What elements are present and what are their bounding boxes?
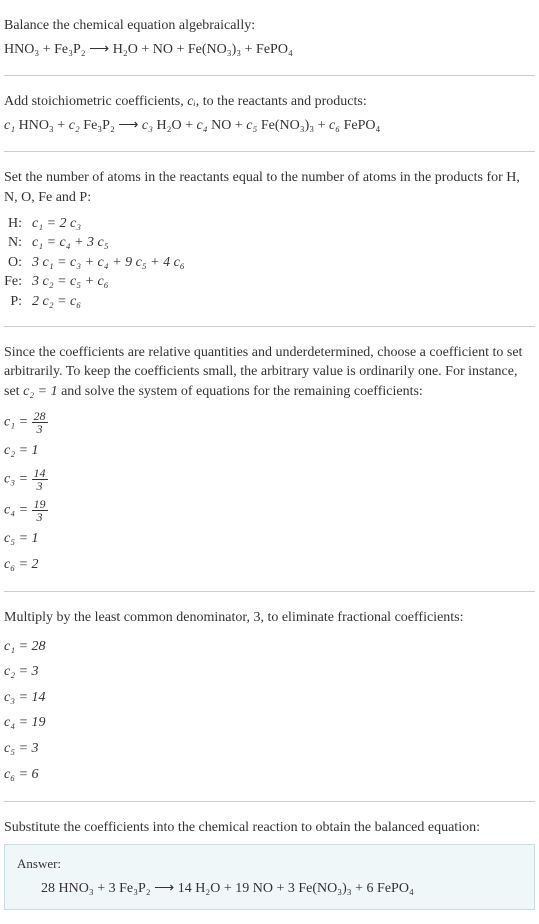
coef-c1: c₁ bbox=[4, 118, 15, 133]
step4-text: Multiply by the least common denominator… bbox=[4, 606, 535, 630]
coef-item: c₁ = 28 bbox=[4, 634, 535, 660]
answer-box: Answer: 28 HNO₃ + 3 Fe₃P₂ ⟶ 14 H₂O + 19 … bbox=[4, 844, 535, 910]
coef-c4: c₄ bbox=[197, 118, 208, 133]
coef-item: c₃ = 143 bbox=[4, 464, 535, 495]
divider bbox=[4, 75, 535, 76]
fraction: 143 bbox=[32, 467, 48, 492]
step3-text-b: and solve the system of equations for th… bbox=[58, 384, 423, 399]
coef-item: c₃ = 14 bbox=[4, 685, 535, 711]
step1-ci: cᵢ bbox=[187, 94, 195, 109]
fraction: 283 bbox=[32, 410, 48, 435]
atom-row: N: c₁ = c₄ + 3 c₅ bbox=[4, 233, 185, 253]
step5-text: Substitute the coefficients into the che… bbox=[4, 816, 535, 840]
atom-equation: c₁ = c₄ + 3 c₅ bbox=[32, 233, 185, 253]
atom-equations-table: H: c₁ = 2 c₃ N: c₁ = c₄ + 3 c₅ O: 3 c₁ =… bbox=[4, 214, 185, 312]
coef-item: c₆ = 2 bbox=[4, 552, 535, 578]
eq-part: HNO₃ + bbox=[15, 118, 69, 133]
step4-section: Multiply by the least common denominator… bbox=[4, 600, 535, 793]
coef-list: c₁ = 283 c₂ = 1 c₃ = 143 c₄ = 193 c₅ = 1… bbox=[4, 407, 535, 577]
coef-c2: c₂ bbox=[69, 118, 80, 133]
coef-item: c₄ = 19 bbox=[4, 710, 535, 736]
frac-num: 14 bbox=[32, 467, 48, 480]
intro-section: Balance the chemical equation algebraica… bbox=[4, 8, 535, 67]
step3-text: Since the coefficients are relative quan… bbox=[4, 341, 535, 404]
frac-den: 3 bbox=[32, 480, 48, 492]
divider bbox=[4, 591, 535, 592]
coef-item: c₆ = 6 bbox=[4, 762, 535, 788]
frac-num: 19 bbox=[32, 498, 48, 511]
divider bbox=[4, 151, 535, 152]
step2-section: Set the number of atoms in the reactants… bbox=[4, 160, 535, 317]
atom-row: P: 2 c₂ = c₆ bbox=[4, 292, 185, 312]
step1-text: Add stoichiometric coefficients, cᵢ, to … bbox=[4, 90, 535, 114]
coef-item: c₂ = 3 bbox=[4, 659, 535, 685]
answer-label: Answer: bbox=[17, 855, 522, 873]
atom-label: P: bbox=[4, 292, 32, 312]
intro-text: Balance the chemical equation algebraica… bbox=[4, 14, 535, 38]
atom-equation: 3 c₂ = c₅ + c₆ bbox=[32, 272, 185, 292]
coef-c3: c₃ bbox=[142, 118, 153, 133]
frac-den: 3 bbox=[32, 423, 48, 435]
step2-text: Set the number of atoms in the reactants… bbox=[4, 166, 535, 209]
step1-section: Add stoichiometric coefficients, cᵢ, to … bbox=[4, 84, 535, 143]
atom-row: H: c₁ = 2 c₃ bbox=[4, 214, 185, 234]
eq-part: Fe(NO₃)₃ + bbox=[257, 118, 329, 133]
answer-equation: 28 HNO₃ + 3 Fe₃P₂ ⟶ 14 H₂O + 19 NO + 3 F… bbox=[17, 879, 522, 899]
eq-part: NO + bbox=[208, 118, 247, 133]
coef-c5: c₅ bbox=[246, 118, 257, 133]
step5-section: Substitute the coefficients into the che… bbox=[4, 810, 535, 915]
atom-label: N: bbox=[4, 233, 32, 253]
eq-part: H₂O + bbox=[153, 118, 197, 133]
atom-label: Fe: bbox=[4, 272, 32, 292]
atom-row: O: 3 c₁ = c₃ + c₄ + 9 c₅ + 4 c₆ bbox=[4, 253, 185, 273]
coef-item: c₄ = 193 bbox=[4, 495, 535, 526]
step3-c2eq: c₂ = 1 bbox=[23, 384, 58, 399]
eq-part: Fe₃P₂ ⟶ bbox=[80, 118, 142, 133]
eq-part: FePO₄ bbox=[340, 118, 380, 133]
divider bbox=[4, 801, 535, 802]
atom-row: Fe: 3 c₂ = c₅ + c₆ bbox=[4, 272, 185, 292]
atom-equation: 3 c₁ = c₃ + c₄ + 9 c₅ + 4 c₆ bbox=[32, 253, 185, 273]
coef-lhs: c₃ = bbox=[4, 472, 32, 487]
coef-c6: c₆ bbox=[329, 118, 340, 133]
intro-equation: HNO₃ + Fe₃P₂ ⟶ H₂O + NO + Fe(NO₃)₃ + FeP… bbox=[4, 38, 535, 62]
step1-text-a: Add stoichiometric coefficients, bbox=[4, 94, 187, 109]
atom-label: H: bbox=[4, 214, 32, 234]
coef-item: c₁ = 283 bbox=[4, 407, 535, 438]
atom-label: O: bbox=[4, 253, 32, 273]
step1-text-b: , to the reactants and products: bbox=[196, 94, 367, 109]
coef-lhs: c₄ = bbox=[4, 503, 32, 518]
fraction: 193 bbox=[32, 498, 48, 523]
atom-equation: c₁ = 2 c₃ bbox=[32, 214, 185, 234]
step1-equation: c₁ HNO₃ + c₂ Fe₃P₂ ⟶ c₃ H₂O + c₄ NO + c₅… bbox=[4, 114, 535, 138]
step3-section: Since the coefficients are relative quan… bbox=[4, 335, 535, 584]
divider bbox=[4, 326, 535, 327]
atom-equation: 2 c₂ = c₆ bbox=[32, 292, 185, 312]
coef-list: c₁ = 28 c₂ = 3 c₃ = 14 c₄ = 19 c₅ = 3 c₆… bbox=[4, 634, 535, 788]
coef-item: c₂ = 1 bbox=[4, 438, 535, 464]
coef-item: c₅ = 3 bbox=[4, 736, 535, 762]
frac-den: 3 bbox=[32, 511, 48, 523]
coef-item: c₅ = 1 bbox=[4, 526, 535, 552]
coef-lhs: c₁ = bbox=[4, 415, 32, 430]
